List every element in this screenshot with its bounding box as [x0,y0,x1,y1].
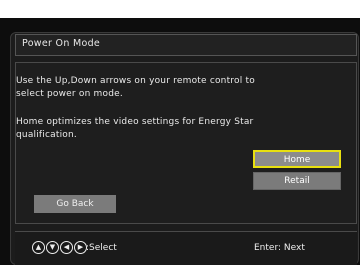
select-hint: :Select [86,243,117,253]
description-line-1: Home optimizes the video settings for En… [16,117,254,127]
enter-hint: Enter: Next [254,243,305,253]
nav-arrows: ▲ ▼ ◀ ▶ [32,241,87,254]
down-arrow-icon: ▼ [46,241,59,254]
description-line-2: qualification. [16,130,77,140]
footer-bar: ▲ ▼ ◀ ▶ :Select Enter: Next [15,231,357,265]
up-arrow-icon: ▲ [32,241,45,254]
instruction-line-1: Use the Up,Down arrows on your remote co… [16,76,255,86]
title-bar: Power On Mode [15,34,357,56]
go-back-button[interactable]: Go Back [34,195,116,213]
page-title: Power On Mode [22,38,101,49]
home-option-button[interactable]: Home [253,150,341,168]
instruction-line-2: select power on mode. [16,89,123,99]
left-arrow-icon: ◀ [60,241,73,254]
retail-option-button[interactable]: Retail [253,172,341,190]
